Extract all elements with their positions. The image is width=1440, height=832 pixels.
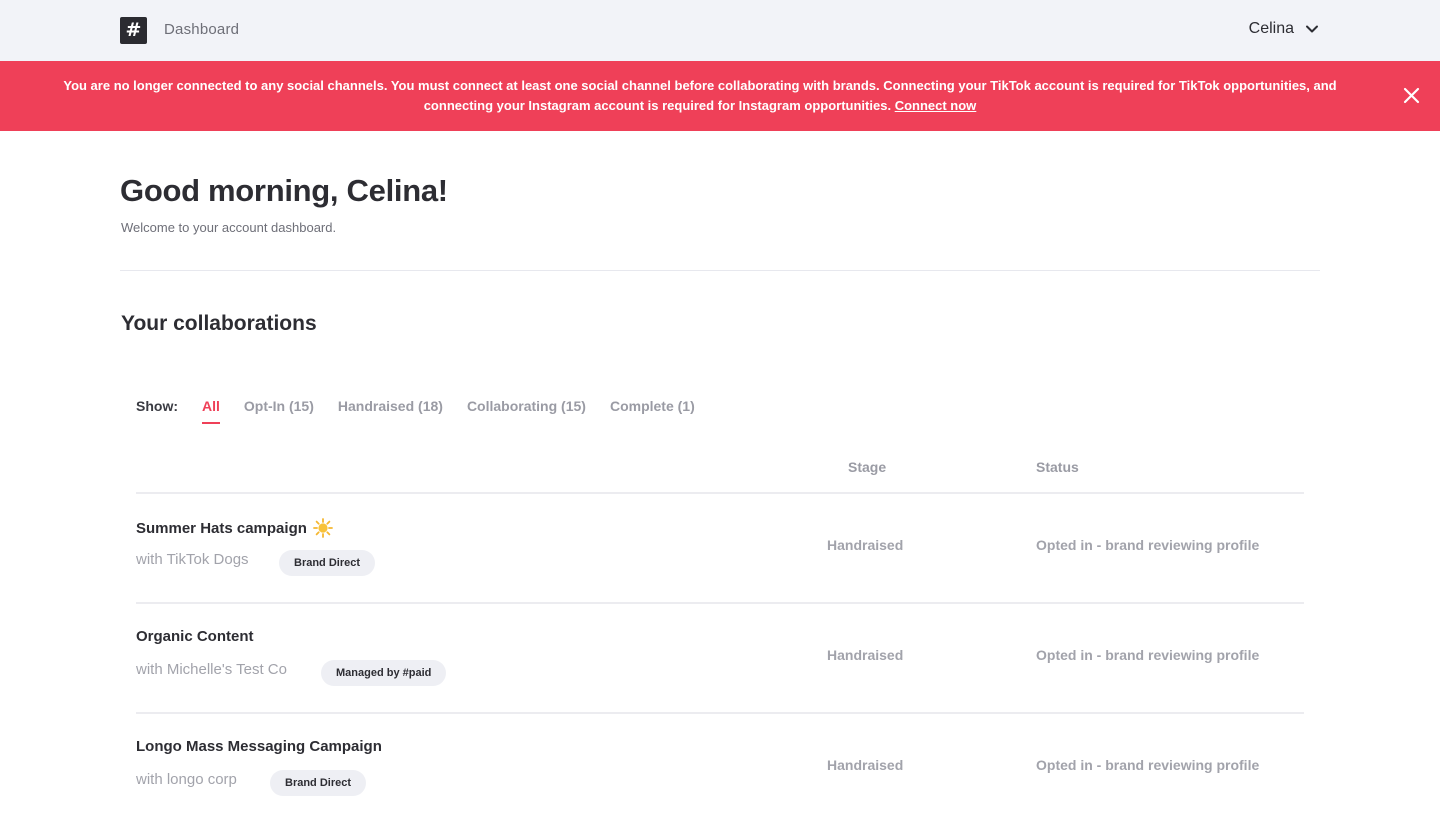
banner-message: You are no longer connected to any socia…	[30, 76, 1370, 116]
collaboration-status: Opted in - brand reviewing profile	[1036, 647, 1260, 663]
collaboration-status: Opted in - brand reviewing profile	[1036, 757, 1260, 773]
collaboration-row[interactable]: Organic Content with Michelle's Test Co …	[136, 612, 1304, 722]
collaboration-title: Summer Hats campaign	[136, 518, 333, 538]
collaboration-title-text: Organic Content	[136, 628, 254, 645]
filter-tab-all[interactable]: All	[202, 398, 220, 424]
sun-icon	[312, 518, 333, 538]
row-divider	[136, 602, 1304, 604]
connect-now-link[interactable]: Connect now	[895, 98, 977, 113]
page-title: Good morning, Celina!	[120, 173, 448, 208]
banner-message-line1: You are no longer connected to any socia…	[63, 78, 1337, 93]
filter-tab-handraised[interactable]: Handraised (18)	[338, 398, 443, 422]
user-name: Celina	[1248, 20, 1294, 37]
filter-tab-complete[interactable]: Complete (1)	[610, 398, 695, 422]
banner-message-line2: connecting your Instagram account is req…	[423, 98, 892, 113]
collaboration-stage: Handraised	[827, 647, 904, 663]
collaboration-title-text: Longo Mass Messaging Campaign	[136, 738, 382, 755]
collaborations-heading: Your collaborations	[121, 312, 317, 335]
collaboration-row[interactable]: Longo Mass Messaging Campaign with longo…	[136, 722, 1304, 832]
row-divider	[136, 492, 1304, 494]
column-header-stage: Stage	[848, 459, 887, 475]
collaboration-filter-tabs: Show: All Opt-In (15) Handraised (18) Co…	[136, 398, 719, 424]
column-header-status: Status	[1036, 459, 1079, 475]
hashtag-logo-icon[interactable]: #	[120, 17, 147, 44]
close-icon[interactable]	[1403, 87, 1420, 104]
chevron-down-icon	[1306, 25, 1318, 33]
filter-label: Show:	[136, 398, 178, 414]
nav-title: Dashboard	[164, 21, 240, 38]
collaboration-title: Organic Content	[136, 628, 254, 645]
collaboration-title-text: Summer Hats campaign	[136, 519, 307, 537]
collaboration-type-badge: Brand Direct	[279, 550, 376, 576]
collaboration-title: Longo Mass Messaging Campaign	[136, 738, 382, 755]
page-subtitle: Welcome to your account dashboard.	[121, 220, 337, 235]
collaboration-stage: Handraised	[827, 757, 904, 773]
collaboration-partner: with Michelle's Test Co	[136, 661, 287, 678]
row-divider	[136, 712, 1304, 714]
collaboration-status: Opted in - brand reviewing profile	[1036, 537, 1260, 553]
collaboration-partner: with TikTok Dogs	[136, 551, 249, 568]
collaboration-type-badge: Managed by #paid	[321, 660, 447, 686]
collaboration-row[interactable]: Summer Hats campaign with TikTok Dogs Br…	[136, 502, 1304, 612]
social-connection-alert-banner: You are no longer connected to any socia…	[0, 61, 1440, 131]
filter-tab-collaborating[interactable]: Collaborating (15)	[467, 398, 586, 422]
user-menu[interactable]: Celina	[1249, 20, 1320, 38]
divider	[120, 270, 1320, 271]
collaboration-stage: Handraised	[827, 537, 904, 553]
filter-tab-opt-in[interactable]: Opt-In (15)	[244, 398, 314, 422]
top-nav-bar: # Dashboard Celina	[0, 0, 1440, 61]
collaboration-partner: with longo corp	[136, 771, 237, 788]
collaboration-type-badge: Brand Direct	[270, 770, 367, 796]
